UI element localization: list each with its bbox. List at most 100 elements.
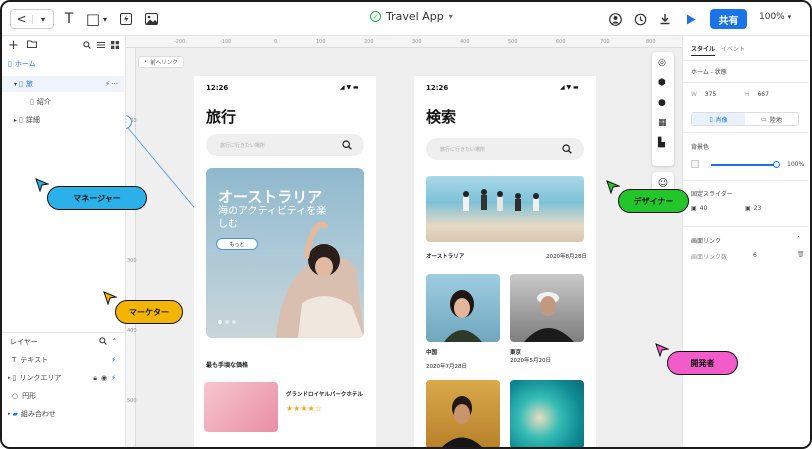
user-avatar-icon[interactable] bbox=[608, 9, 622, 29]
photo-china[interactable] bbox=[426, 274, 500, 342]
layer-item-circle[interactable]: ○ 円形 bbox=[2, 388, 124, 404]
expand-chevron-icon[interactable]: ▸ bbox=[8, 411, 11, 417]
page-item-details[interactable]: ▸ ▯ 詳細 bbox=[2, 112, 124, 128]
collapse-icon[interactable]: ˄ bbox=[797, 236, 800, 243]
eye-icon[interactable]: ◉ bbox=[101, 374, 107, 382]
search-icon[interactable] bbox=[98, 336, 107, 347]
landscape-icon: ▭ bbox=[761, 115, 767, 123]
beach-people-photo bbox=[463, 189, 539, 211]
person-icon[interactable]: ● bbox=[658, 98, 666, 108]
photo-island[interactable] bbox=[510, 380, 584, 447]
text-layer-icon: T bbox=[12, 356, 17, 364]
more-button[interactable]: もっと bbox=[216, 238, 258, 250]
fixed-top-field[interactable]: ▣ 40 bbox=[691, 205, 707, 212]
orientation-toggle[interactable]: ▯ 肖像 ▭ 陸地 bbox=[691, 112, 799, 126]
list-view-icon[interactable] bbox=[97, 41, 105, 49]
tab-style[interactable]: スタイル bbox=[691, 44, 716, 56]
opacity-slider[interactable] bbox=[711, 164, 775, 166]
landscape-option[interactable]: ▭ 陸地 bbox=[745, 113, 798, 125]
play-icon[interactable] bbox=[685, 9, 697, 29]
share-button[interactable]: 共有 bbox=[710, 9, 747, 29]
width-field[interactable]: W 375 bbox=[691, 91, 716, 98]
layer-item-text[interactable]: T テキスト ⚡ bbox=[2, 352, 124, 368]
layer-item-link-area[interactable]: ▸ ▯ リンクエリア 🔒︎ ◉ ⚡ bbox=[2, 370, 124, 386]
photo-place: 中国 bbox=[426, 350, 438, 356]
hero-card[interactable]: オーストラリア 海のアクティビティを楽しむ もっと bbox=[206, 168, 364, 338]
portrait-icon: ▯ bbox=[709, 115, 713, 123]
photo-place: 東京 bbox=[510, 350, 522, 356]
top-toolbar: < ▾ T □ ▾ ✓ Travel App ▾ 共有 100% ▾ bbox=[2, 2, 810, 36]
opacity-value: 100% bbox=[787, 161, 805, 168]
expand-chevron-icon[interactable]: ▾ bbox=[14, 81, 17, 88]
target-icon[interactable]: ◎ bbox=[658, 58, 666, 68]
design-canvas[interactable]: -200 -100 0 100 200 300 400 500 600 700 … bbox=[126, 36, 682, 447]
carousel-dots[interactable] bbox=[218, 320, 236, 324]
collaborator-tag-developer: 開発者 bbox=[667, 351, 738, 375]
grid-view-icon[interactable] bbox=[111, 41, 119, 49]
download-icon[interactable] bbox=[658, 9, 672, 29]
chevron-down-icon[interactable]: ▾ bbox=[31, 14, 53, 24]
photo-portrait-yellow[interactable] bbox=[426, 380, 500, 447]
interaction-tool-icon[interactable] bbox=[119, 9, 133, 29]
photo-australia[interactable] bbox=[426, 176, 584, 242]
collaborator-tag-manager: マネージャー bbox=[47, 186, 147, 210]
zoom-select[interactable]: 100% ▾ bbox=[759, 12, 791, 22]
page-icon: ▯ bbox=[19, 116, 23, 124]
history-icon[interactable] bbox=[633, 9, 647, 29]
expand-chevron-icon[interactable]: ▸ bbox=[8, 375, 11, 381]
building-icon[interactable]: ▙ bbox=[658, 138, 665, 148]
collapse-icon[interactable]: ˄ bbox=[113, 338, 117, 346]
photo-date: 2020年8月28日 bbox=[546, 254, 587, 260]
photo-date: 2020年7月28日 bbox=[426, 364, 467, 370]
cursor-icon bbox=[606, 180, 620, 194]
title-menu-icon[interactable]: ▾ bbox=[449, 12, 453, 21]
screen-heading: 旅行 bbox=[206, 108, 237, 126]
status-icons: ◢ ▼ ▬ bbox=[340, 84, 359, 91]
photo-tokyo[interactable] bbox=[510, 274, 584, 342]
cursor-icon bbox=[655, 343, 669, 357]
height-field[interactable]: H 667 bbox=[745, 91, 769, 98]
hotel-photo[interactable] bbox=[204, 382, 278, 432]
layer-item-group[interactable]: ▸ ▰ 組み合わせ bbox=[2, 406, 124, 422]
page-item-intro[interactable]: ▯ 紹介 bbox=[2, 94, 124, 110]
portrait-photo bbox=[442, 396, 482, 447]
phone-screen-travel[interactable]: 12:26 ◢ ▼ ▬ 旅行 旅行に行きたい場所 オーストラリア 海のアクティビ… bbox=[194, 76, 376, 447]
page-item-journey[interactable]: ▾ ▯ 旅 ⚡ ··· bbox=[2, 76, 124, 92]
folder-icon[interactable] bbox=[26, 40, 37, 51]
search-icon[interactable] bbox=[83, 41, 91, 49]
back-button-group[interactable]: < ▾ bbox=[10, 9, 54, 29]
add-icon[interactable]: + bbox=[8, 38, 19, 53]
circle-layer-icon: ○ bbox=[12, 392, 19, 400]
screen-link-count[interactable]: 6 bbox=[753, 252, 757, 259]
bg-color-swatch[interactable] bbox=[691, 160, 699, 168]
layers-panel-header: レイヤー ˄ bbox=[2, 332, 124, 350]
folder-icon: ▰ bbox=[12, 410, 18, 418]
search-bar[interactable]: 旅行に行きたい場所 bbox=[426, 138, 584, 160]
cube-icon[interactable]: ⬢ bbox=[658, 78, 666, 88]
back-icon[interactable]: < bbox=[11, 12, 32, 26]
search-bar[interactable]: 旅行に行きたい場所 bbox=[206, 134, 364, 156]
text-tool-icon[interactable]: T bbox=[62, 9, 76, 29]
more-icon[interactable]: ··· bbox=[111, 80, 118, 88]
page-item-home[interactable]: ▯ ホーム bbox=[2, 56, 124, 72]
expand-chevron-icon[interactable]: ▸ bbox=[14, 117, 17, 124]
image-tool-icon[interactable] bbox=[143, 9, 159, 29]
portrait-option[interactable]: ▯ 肖像 bbox=[692, 113, 745, 125]
status-time: 12:26 bbox=[206, 84, 229, 92]
document-title[interactable]: ✓ Travel App ▾ bbox=[370, 10, 453, 23]
phone-screen-search[interactable]: 12:26 ◢ ▼ ▬ 検索 旅行に行きたい場所 オーストラリア 2020年8月… bbox=[414, 76, 596, 447]
opacity-slider-handle[interactable] bbox=[773, 161, 780, 168]
fixed-bottom-field[interactable]: ▣ 23 bbox=[745, 205, 761, 212]
section-title: 最も手頃な価格 bbox=[206, 362, 249, 369]
search-icon bbox=[562, 144, 572, 154]
hero-title: オーストラリア bbox=[218, 188, 323, 206]
shape-menu-icon[interactable]: ▾ bbox=[101, 9, 109, 29]
shape-tool-icon[interactable]: □ bbox=[86, 9, 100, 29]
trash-icon[interactable]: 🗑︎ bbox=[797, 251, 805, 258]
collaborator-tag-designer: デザイナー bbox=[618, 189, 689, 213]
layout-icon[interactable]: ▦ bbox=[658, 118, 667, 128]
lock-icon[interactable]: 🔒︎ bbox=[93, 374, 97, 383]
tab-event[interactable]: イベント bbox=[721, 44, 745, 56]
fixed-slider-label: 固定スライダー bbox=[691, 191, 733, 198]
page-icon: ▯ bbox=[12, 374, 17, 382]
